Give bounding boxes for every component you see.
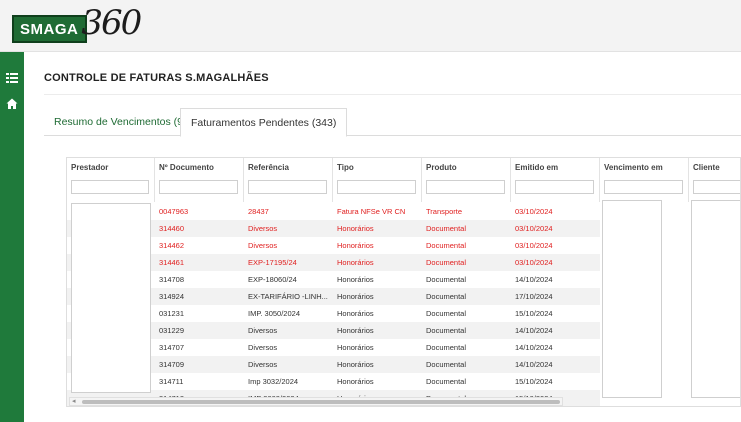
cell-produto: Documental xyxy=(426,360,467,369)
cell-documento: 0047963 xyxy=(159,207,189,216)
column-header-referencia[interactable]: Referência xyxy=(244,158,333,202)
cell-produto: Transporte xyxy=(426,207,462,216)
left-sidebar xyxy=(0,52,24,422)
cell-referencia: EXP-17195/24 xyxy=(248,258,297,267)
cell-emitido: 14/10/2024 xyxy=(515,343,553,352)
cell-emitido: 15/10/2024 xyxy=(515,377,553,386)
cliente-column-blank xyxy=(691,200,740,398)
tab-resumo-vencimentos[interactable]: Resumo de Vencimentos (9) xyxy=(44,108,196,136)
cell-documento: 314924 xyxy=(159,292,185,301)
column-label: Tipo xyxy=(337,163,354,172)
filter-input-produto[interactable] xyxy=(426,180,505,194)
cell-tipo: Honorários xyxy=(337,309,374,318)
logo-text: SMAGA xyxy=(12,15,88,43)
cell-emitido: 03/10/2024 xyxy=(515,241,553,250)
cell-emitido: 14/10/2024 xyxy=(515,275,553,284)
cell-referencia: EXP-18060/24 xyxy=(248,275,297,284)
column-header-cliente[interactable]: Cliente xyxy=(689,158,740,202)
cell-referencia: Imp 3032/2024 xyxy=(248,377,299,386)
cell-tipo: Honorários xyxy=(337,224,374,233)
cell-documento: 314461 xyxy=(159,258,185,267)
cell-tipo: Honorários xyxy=(337,292,374,301)
column-label: Emitido em xyxy=(515,163,559,172)
cell-referencia: Diversos xyxy=(248,241,278,250)
column-label: Prestador xyxy=(71,163,109,172)
column-header-vencimento[interactable]: Vencimento em xyxy=(600,158,689,202)
column-label: Nº Documento xyxy=(159,163,214,172)
filter-input-vencimento[interactable] xyxy=(604,180,683,194)
column-header-documento[interactable]: Nº Documento xyxy=(155,158,244,202)
chevron-left-icon[interactable]: ◂ xyxy=(72,398,76,406)
column-header-tipo[interactable]: Tipo xyxy=(333,158,422,202)
cell-documento: 314711 xyxy=(159,377,184,386)
cell-produto: Documental xyxy=(426,326,467,335)
cell-referencia: Diversos xyxy=(248,224,278,233)
cell-referencia: Diversos xyxy=(248,360,278,369)
cell-referencia: EX-TARIFÁRIO -LINH... xyxy=(248,292,328,301)
cell-emitido: 03/10/2024 xyxy=(515,207,553,216)
column-header-produto[interactable]: Produto xyxy=(422,158,511,202)
cell-documento: 031231 xyxy=(159,309,185,318)
cell-emitido: 03/10/2024 xyxy=(515,258,553,267)
cell-produto: Documental xyxy=(426,343,467,352)
cell-tipo: Fatura NFSe VR CN xyxy=(337,207,406,216)
cell-emitido: 15/10/2024 xyxy=(515,309,553,318)
cell-produto: Documental xyxy=(426,258,467,267)
filter-input-documento[interactable] xyxy=(159,180,238,194)
invoices-grid: Prestador Nº Documento Referência Tipo Produ… xyxy=(66,157,741,407)
column-label: Referência xyxy=(248,163,289,172)
cell-tipo: Honorários xyxy=(337,377,374,386)
filter-input-referencia[interactable] xyxy=(248,180,327,194)
cell-documento: 031229 xyxy=(159,326,185,335)
cell-documento: 314707 xyxy=(159,343,185,352)
cell-documento: 314709 xyxy=(159,360,185,369)
page-title: CONTROLE DE FATURAS S.MAGALHÃES xyxy=(44,72,269,84)
cell-produto: Documental xyxy=(426,241,467,250)
main-content: CONTROLE DE FATURAS S.MAGALHÃES Resumo d… xyxy=(24,52,741,422)
cell-emitido: 14/10/2024 xyxy=(515,360,553,369)
scrollbar-thumb[interactable] xyxy=(82,400,560,404)
cell-produto: Documental xyxy=(426,224,467,233)
cell-documento: 314460 xyxy=(159,224,185,233)
cell-tipo: Honorários xyxy=(337,241,374,250)
cell-referencia: 28437 xyxy=(248,207,269,216)
column-header-prestador[interactable]: Prestador xyxy=(67,158,155,202)
filter-input-prestador[interactable] xyxy=(71,180,149,194)
grid-menu-icon[interactable] xyxy=(6,72,18,84)
cell-emitido: 14/10/2024 xyxy=(515,326,553,335)
prestador-column-blank xyxy=(71,203,151,393)
filter-input-tipo[interactable] xyxy=(337,180,416,194)
cell-produto: Documental xyxy=(426,309,467,318)
cell-tipo: Honorários xyxy=(337,343,374,352)
cell-tipo: Honorários xyxy=(337,360,374,369)
column-header-emitido[interactable]: Emitido em xyxy=(511,158,600,202)
title-divider xyxy=(44,94,741,95)
filter-input-emitido[interactable] xyxy=(515,180,594,194)
app-header: SMAGA 360 xyxy=(0,0,741,52)
cell-tipo: Honorários xyxy=(337,275,374,284)
cell-tipo: Honorários xyxy=(337,326,374,335)
cell-produto: Documental xyxy=(426,377,467,386)
cell-emitido: 17/10/2024 xyxy=(515,292,553,301)
cell-emitido: 03/10/2024 xyxy=(515,224,553,233)
cell-documento: 314708 xyxy=(159,275,185,284)
logo-number: 360 xyxy=(81,3,142,43)
cell-referencia: Diversos xyxy=(248,326,278,335)
filter-input-cliente[interactable] xyxy=(693,180,740,194)
app-logo[interactable]: SMAGA 360 xyxy=(12,6,142,44)
cell-referencia: Diversos xyxy=(248,343,278,352)
column-label: Produto xyxy=(426,163,457,172)
tab-bar: Resumo de Vencimentos (9) Faturamentos P… xyxy=(44,108,741,137)
cell-documento: 314462 xyxy=(159,241,185,250)
cell-produto: Documental xyxy=(426,292,467,301)
column-label: Vencimento em xyxy=(604,163,663,172)
home-icon[interactable] xyxy=(6,98,18,110)
cell-referencia: IMP. 3050/2024 xyxy=(248,309,300,318)
tab-faturamentos-pendentes[interactable]: Faturamentos Pendentes (343) xyxy=(180,108,348,137)
cell-produto: Documental xyxy=(426,275,467,284)
cell-tipo: Honorários xyxy=(337,258,374,267)
vencimento-column-blank xyxy=(602,200,662,398)
column-label: Cliente xyxy=(693,163,720,172)
horizontal-scrollbar[interactable]: ◂ xyxy=(69,397,563,406)
